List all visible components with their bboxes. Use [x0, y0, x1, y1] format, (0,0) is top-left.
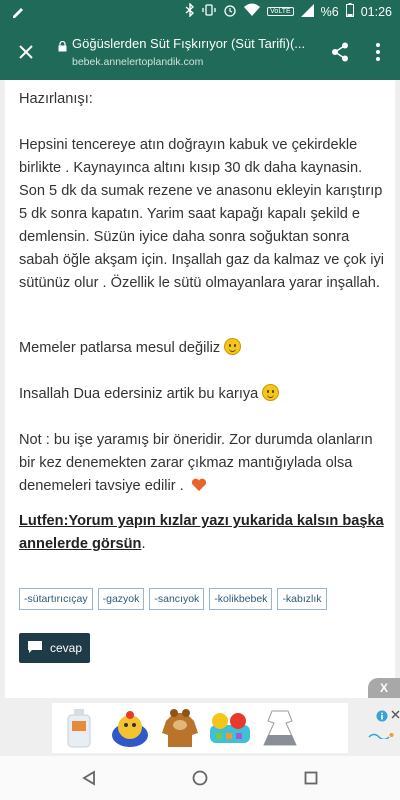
- bluetooth-icon: [185, 2, 195, 20]
- ad-dismiss-icon[interactable]: [391, 708, 400, 722]
- battery-icon: [345, 3, 354, 20]
- signal-icon: [300, 3, 314, 20]
- baby-bottle-image: [67, 709, 91, 748]
- browser-toolbar: Göğüslerden Süt Fışkırıyor (Süt Tarifi)(…: [0, 24, 400, 80]
- ad-products[interactable]: [52, 703, 400, 753]
- smiley-icon: [262, 384, 280, 401]
- status-bar: VoLTE %6 01:26: [0, 0, 400, 24]
- tag-item[interactable]: -sancıyok: [149, 588, 205, 610]
- post-content: Hazırlanışı: Hepsini tencereye atın doğr…: [0, 80, 400, 698]
- status-time: 01:26: [360, 4, 392, 19]
- note-line: Not : bu işe yaramış bir öneridir. Zor d…: [19, 429, 389, 500]
- tag-item[interactable]: -gazyok: [97, 588, 145, 610]
- reply-label: cevap: [50, 641, 83, 655]
- ad-banner[interactable]: [0, 698, 400, 756]
- alarm-icon: [223, 3, 237, 20]
- tag-list: -sütartırıcıçay -gazyok -sancıyok -kolik…: [19, 588, 327, 610]
- lutfen-end: .: [141, 536, 146, 552]
- ad-brand-logo: [368, 731, 394, 741]
- tag-item[interactable]: -sütartırıcıçay: [19, 588, 93, 610]
- comment-icon: [28, 640, 42, 656]
- insallah-line: Insallah Dua edersiniz artik bu karıya: [19, 383, 389, 406]
- volte-badge: VoLTE: [267, 7, 294, 16]
- ad-info-icon[interactable]: [376, 709, 388, 727]
- ad-close-button[interactable]: X: [368, 678, 400, 698]
- home-icon[interactable]: [189, 767, 211, 789]
- baby-rattle-image: [210, 713, 250, 743]
- close-icon[interactable]: [12, 38, 40, 66]
- insallah-text: Insallah Dua edersiniz artik bu karıya: [19, 386, 259, 402]
- memeler-line: Memeler patlarsa mesul değiliz: [19, 337, 389, 360]
- edit-icon: [10, 4, 26, 25]
- recents-icon[interactable]: [300, 767, 322, 789]
- baby-hoodie-image: [162, 709, 198, 747]
- reply-button[interactable]: cevap: [19, 633, 90, 663]
- wifi-icon: [244, 3, 261, 20]
- page-url: bebek.annelertoplandik.com: [72, 56, 204, 68]
- baby-dress-image: [263, 710, 297, 746]
- recipe-text: Hepsini tencereye atın doğrayın kabuk ve…: [19, 137, 385, 291]
- smiley-icon: [224, 338, 242, 355]
- vibrate-icon: [202, 3, 216, 20]
- lock-icon: [58, 39, 67, 57]
- battery-percent: %6: [320, 4, 339, 19]
- tag-item[interactable]: -kolikbebek: [209, 588, 273, 610]
- memeler-text: Memeler patlarsa mesul değiliz: [19, 340, 221, 356]
- lutfen-line: Lutfen:Yorum yapın kızlar yazı yukarida …: [19, 510, 389, 556]
- share-icon[interactable]: [326, 38, 354, 66]
- page-title: Göğüslerden Süt Fışkırıyor (Süt Tarifi)(…: [72, 36, 306, 51]
- system-nav-bar: [0, 756, 400, 800]
- more-vert-icon[interactable]: [366, 38, 390, 66]
- tag-item[interactable]: -kabızlık: [277, 588, 327, 610]
- heart-icon: [191, 477, 207, 500]
- back-icon[interactable]: [78, 767, 100, 789]
- baby-toy-image: [112, 711, 148, 747]
- lutfen-text: Lutfen:Yorum yapın kızlar yazı yukarida …: [19, 513, 384, 552]
- recipe-heading: Hazırlanışı:: [19, 91, 93, 107]
